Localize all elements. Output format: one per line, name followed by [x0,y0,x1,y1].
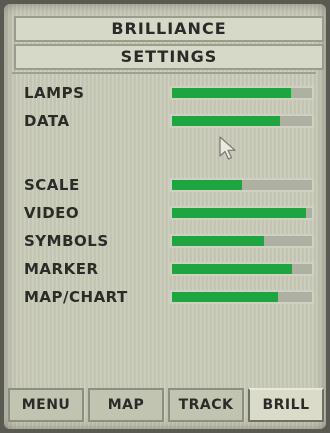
page-subtitle: SETTINGS [14,44,324,70]
page-title: BRILLIANCE [14,16,324,42]
video-slider-fill [172,208,307,218]
setting-label-map-chart: MAP/CHART [24,288,128,306]
video-slider[interactable] [170,206,314,220]
setting-row-map-chart[interactable]: MAP/CHART [12,286,316,308]
tab-map[interactable]: MAP [88,388,164,422]
lamps-slider-fill [172,88,291,98]
symbols-slider-fill [172,236,265,246]
setting-row-video[interactable]: VIDEO [12,202,316,224]
settings-panel: LAMPS DATA SCALE VIDEO SYMBOLS MARKER MA… [12,72,316,384]
setting-row-marker[interactable]: MARKER [12,258,316,280]
setting-label-data: DATA [24,112,70,130]
data-slider-fill [172,116,280,126]
map-chart-slider[interactable] [170,290,314,304]
data-slider[interactable] [170,114,314,128]
setting-label-video: VIDEO [24,204,80,222]
marker-slider-fill [172,264,293,274]
tab-menu[interactable]: MENU [8,388,84,422]
brilliance-settings-screen: BRILLIANCE SETTINGS LAMPS DATA SCALE VID… [4,4,326,429]
mouse-pointer-icon [219,136,236,160]
setting-label-lamps: LAMPS [24,84,85,102]
setting-label-marker: MARKER [24,260,99,278]
tab-brill[interactable]: BRILL [248,388,324,422]
setting-row-scale[interactable]: SCALE [12,174,316,196]
map-chart-slider-fill [172,292,279,302]
scale-slider-fill [172,180,242,190]
symbols-slider[interactable] [170,234,314,248]
setting-label-symbols: SYMBOLS [24,232,109,250]
setting-row-data[interactable]: DATA [12,110,316,132]
marker-slider[interactable] [170,262,314,276]
setting-row-lamps[interactable]: LAMPS [12,82,316,104]
bottom-tab-bar: MENU MAP TRACK BRILL [8,388,326,424]
setting-label-scale: SCALE [24,176,80,194]
setting-row-symbols[interactable]: SYMBOLS [12,230,316,252]
tab-track[interactable]: TRACK [168,388,244,422]
scale-slider[interactable] [170,178,314,192]
lamps-slider[interactable] [170,86,314,100]
